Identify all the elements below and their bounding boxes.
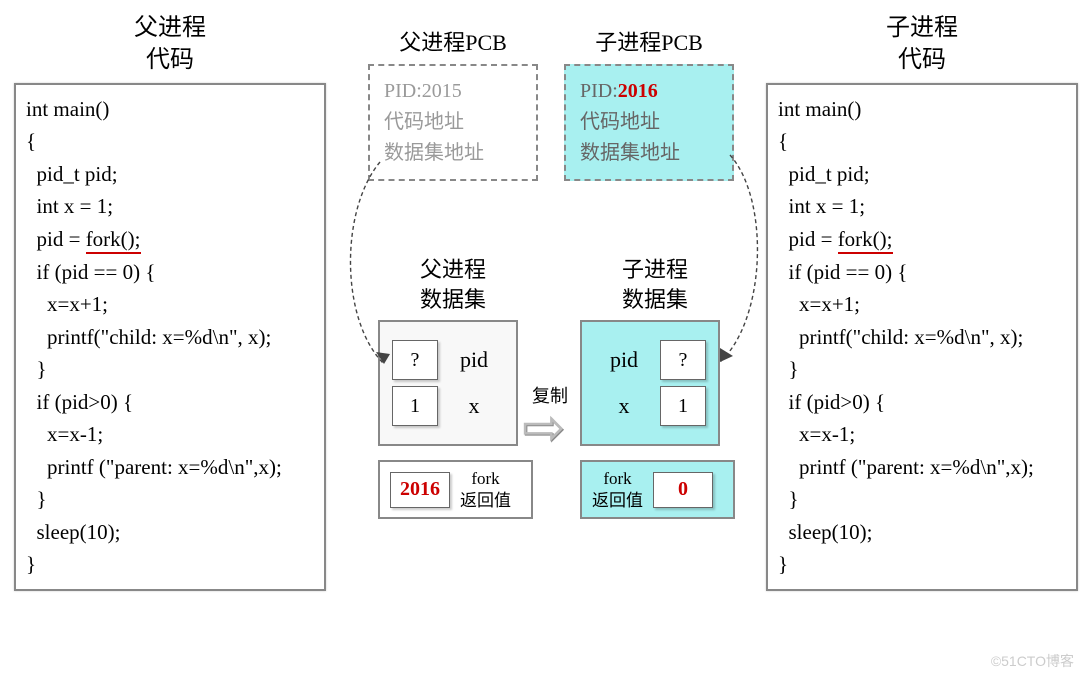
- parent-title-line1: 父进程: [134, 15, 206, 41]
- parent-pcb-codeaddr: 代码地址: [384, 107, 522, 138]
- parent-pcb-dataaddr: 数据集地址: [384, 138, 522, 169]
- child-title-line2: 代码: [898, 47, 946, 73]
- child-pid-cell: ?: [660, 340, 706, 380]
- parent-dataset-title: 父进程 数据集: [378, 255, 528, 314]
- parent-pid-value: 2015: [422, 80, 462, 102]
- child-pid-value: 2016: [618, 80, 658, 102]
- pid-label-text: PID:: [580, 80, 618, 102]
- child-fork-label: fork 返回值: [592, 468, 643, 511]
- parent-fork-value: 2016: [390, 472, 450, 508]
- child-fork-box: fork 返回值 0: [580, 460, 735, 519]
- parent-dataset-l2: 数据集: [420, 287, 486, 312]
- parent-pcb-column: 父进程PCB PID:2015 代码地址 数据集地址: [368, 28, 538, 181]
- child-code-box: int main(){ pid_t pid; int x = 1; pid = …: [766, 83, 1078, 591]
- child-dataset-title: 子进程 数据集: [580, 255, 730, 314]
- child-pid-label: pid: [602, 347, 646, 373]
- parent-pid-label: pid: [452, 347, 496, 373]
- child-code-title: 子进程 代码: [766, 12, 1078, 77]
- parent-pid-cell: ?: [392, 340, 438, 380]
- child-dataset-l2: 数据集: [622, 287, 688, 312]
- parent-fork-l1: fork: [471, 469, 499, 488]
- child-pid-row: ? pid: [594, 340, 706, 380]
- parent-pid-row: ? pid: [392, 340, 504, 380]
- watermark-text: ©51CTO博客: [991, 651, 1074, 671]
- child-pcb-dataaddr: 数据集地址: [580, 138, 718, 169]
- child-x-cell: 1: [660, 386, 706, 426]
- pid-label-text: PID:: [384, 80, 422, 102]
- child-code-column: 子进程 代码 int main(){ pid_t pid; int x = 1;…: [766, 12, 1078, 591]
- parent-pcb-box: PID:2015 代码地址 数据集地址: [368, 64, 538, 181]
- child-fork-l2: 返回值: [592, 491, 643, 510]
- parent-x-row: 1 x: [392, 386, 504, 426]
- parent-fork-l2: 返回值: [460, 491, 511, 510]
- child-dataset-box: ? pid 1 x: [580, 320, 720, 446]
- parent-code-box: int main(){ pid_t pid; int x = 1; pid = …: [14, 83, 326, 591]
- child-dataset-column: 子进程 数据集 ? pid 1 x fork 返回值 0: [580, 255, 730, 519]
- parent-x-label: x: [452, 393, 496, 419]
- parent-pcb-pid: PID:2015: [384, 76, 522, 107]
- parent-code-title: 父进程 代码: [14, 12, 326, 77]
- child-title-line1: 子进程: [886, 15, 958, 41]
- child-pcb-box: PID:2016 代码地址 数据集地址: [564, 64, 734, 181]
- child-pcb-codeaddr: 代码地址: [580, 107, 718, 138]
- child-dataset-l1: 子进程: [622, 257, 688, 282]
- child-x-row: 1 x: [594, 386, 706, 426]
- parent-fork-box: 2016 fork 返回值: [378, 460, 533, 519]
- child-pcb-column: 子进程PCB PID:2016 代码地址 数据集地址: [564, 28, 734, 181]
- parent-dataset-box: ? pid 1 x: [378, 320, 518, 446]
- parent-fork-label: fork 返回值: [460, 468, 511, 511]
- parent-title-line2: 代码: [146, 47, 194, 73]
- child-fork-value: 0: [653, 472, 713, 508]
- child-fork-l1: fork: [603, 469, 631, 488]
- parent-x-cell: 1: [392, 386, 438, 426]
- parent-dataset-l1: 父进程: [420, 257, 486, 282]
- parent-dataset-column: 父进程 数据集 ? pid 1 x 2016 fork 返回值: [378, 255, 528, 519]
- copy-arrow-icon: ⇨: [522, 398, 566, 458]
- parent-code-column: 父进程 代码 int main(){ pid_t pid; int x = 1;…: [14, 12, 326, 591]
- child-x-label: x: [602, 393, 646, 419]
- child-pcb-pid: PID:2016: [580, 76, 718, 107]
- child-pcb-title: 子进程PCB: [564, 28, 734, 58]
- parent-pcb-title: 父进程PCB: [368, 28, 538, 58]
